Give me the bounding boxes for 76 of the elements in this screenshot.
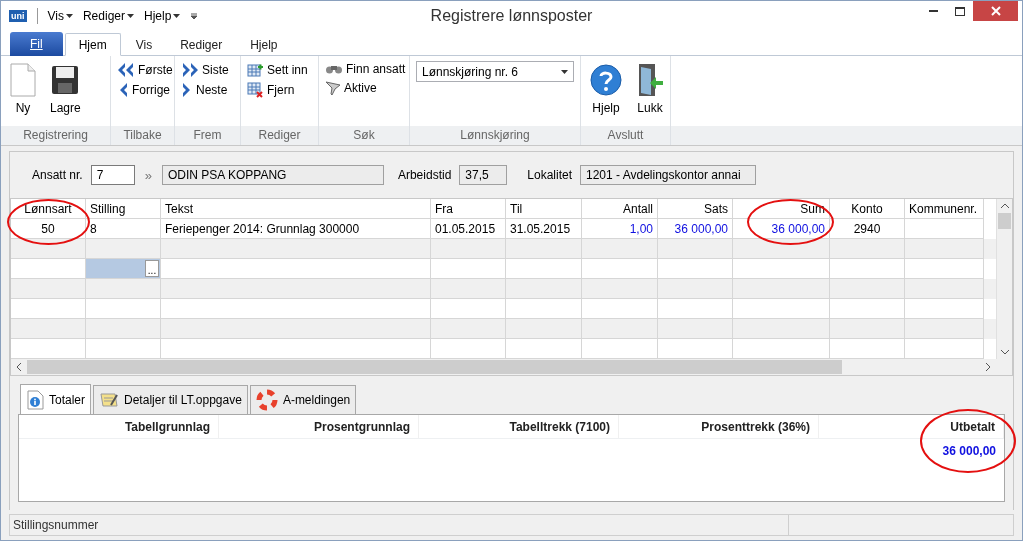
- employee-name-field: ODIN PSA KOPPANG: [161, 165, 384, 185]
- panel-tab[interactable]: Totaler: [20, 384, 92, 415]
- ribbon-tab[interactable]: Rediger: [167, 33, 236, 56]
- maximize-icon: [955, 6, 965, 16]
- customize-menu-icon[interactable]: [190, 12, 199, 20]
- ribbon-button[interactable]: Første: [117, 62, 173, 78]
- ribbon-button[interactable]: Ny: [7, 60, 39, 125]
- caret-icon: [561, 69, 568, 74]
- field-label: Arbeidstid: [397, 168, 452, 182]
- funnel-icon: [325, 80, 341, 96]
- blank-page-icon: [10, 63, 36, 97]
- totals-header: Utbetalt: [819, 415, 1004, 438]
- totals-header: Prosentgrunnlag: [219, 415, 419, 438]
- horizontal-scrollbar[interactable]: [11, 359, 1012, 375]
- ribbon-button[interactable]: Sett inn: [247, 62, 308, 78]
- ribbon-button[interactable]: Lukk: [633, 60, 667, 125]
- totals-header: Tabellgrunnlag: [19, 415, 219, 438]
- field-label: Ansatt nr.: [32, 168, 83, 182]
- ellipsis-button[interactable]: ...: [145, 260, 159, 277]
- grid-plus-icon: [247, 62, 264, 78]
- hours-field: 37,5: [459, 165, 508, 185]
- notepad-icon: [99, 391, 120, 409]
- field-label: Lokalitet: [527, 168, 572, 182]
- lookup-link[interactable]: »: [144, 167, 152, 183]
- exit-door-icon: [636, 63, 664, 97]
- panel-tab[interactable]: A-meldingen: [249, 385, 357, 414]
- close-icon: [990, 6, 1001, 16]
- ribbon-button[interactable]: Fjern: [247, 82, 308, 98]
- scrollbar-thumb[interactable]: [27, 360, 842, 374]
- totals-value: 36 000,00: [941, 443, 997, 460]
- quick-menu[interactable]: Hjelp: [144, 9, 181, 23]
- group-label: Rediger: [257, 127, 302, 144]
- group-label: Søk: [352, 127, 376, 144]
- group-label: Lønnskjøring: [459, 127, 531, 144]
- grid-delete-icon: [247, 82, 264, 98]
- scrollbar-thumb[interactable]: [998, 213, 1011, 229]
- lifebuoy-icon: [255, 389, 278, 411]
- window-title: Registrere lønnsposter: [430, 7, 593, 25]
- caret-icon: [127, 14, 134, 18]
- caret-icon: [173, 14, 181, 18]
- payroll-run-dropdown[interactable]: Lønnskjøring nr. 6: [416, 61, 574, 82]
- group-label: Registrering: [22, 127, 89, 144]
- file-menu-button[interactable]: Fil: [10, 32, 63, 56]
- caret-icon: [65, 14, 73, 18]
- ribbon-button[interactable]: Finn ansatt: [325, 62, 406, 76]
- info-page-icon: [26, 389, 44, 410]
- group-label: Avslutt: [606, 127, 645, 144]
- close-button[interactable]: [973, 1, 1018, 21]
- group-label: Tilbake: [122, 127, 163, 144]
- ribbon-button[interactable]: Neste: [181, 82, 229, 98]
- quick-menu[interactable]: Vis: [47, 9, 73, 23]
- double-chevron-right-icon: [181, 62, 199, 78]
- ribbon-tab[interactable]: Hjem: [64, 33, 121, 56]
- chevron-right-icon: [181, 82, 193, 98]
- totals-header: Tabelltrekk (7100): [419, 415, 619, 438]
- ribbon-tab[interactable]: Hjelp: [237, 33, 291, 56]
- location-field: 1201 - Avdelingskontor annai: [580, 165, 756, 185]
- active-cell[interactable]: ...: [86, 259, 161, 279]
- group-label: Frem: [192, 127, 223, 144]
- double-chevron-left-icon: [117, 62, 135, 78]
- vertical-scrollbar[interactable]: [996, 199, 1012, 359]
- quick-menu[interactable]: Rediger: [82, 9, 134, 23]
- ribbon-button[interactable]: Lagre: [47, 60, 84, 125]
- ribbon-button[interactable]: Hjelp: [587, 60, 625, 125]
- totals-header: Prosenttrekk (36%): [619, 415, 819, 438]
- ribbon-button[interactable]: Forrige: [117, 82, 173, 98]
- binoculars-icon: [325, 63, 343, 75]
- help-icon: [590, 64, 622, 96]
- ribbon-button[interactable]: Siste: [181, 62, 229, 78]
- ribbon-tab[interactable]: Vis: [122, 33, 166, 56]
- ribbon-button[interactable]: Aktive: [325, 80, 406, 96]
- employee-number-field[interactable]: 7: [90, 165, 135, 185]
- panel-tab[interactable]: Detaljer til LT.oppgave: [93, 385, 248, 414]
- minimize-icon: [929, 9, 938, 13]
- status-text: Stillingsnummer: [10, 515, 789, 535]
- app-logo: uni: [9, 10, 27, 22]
